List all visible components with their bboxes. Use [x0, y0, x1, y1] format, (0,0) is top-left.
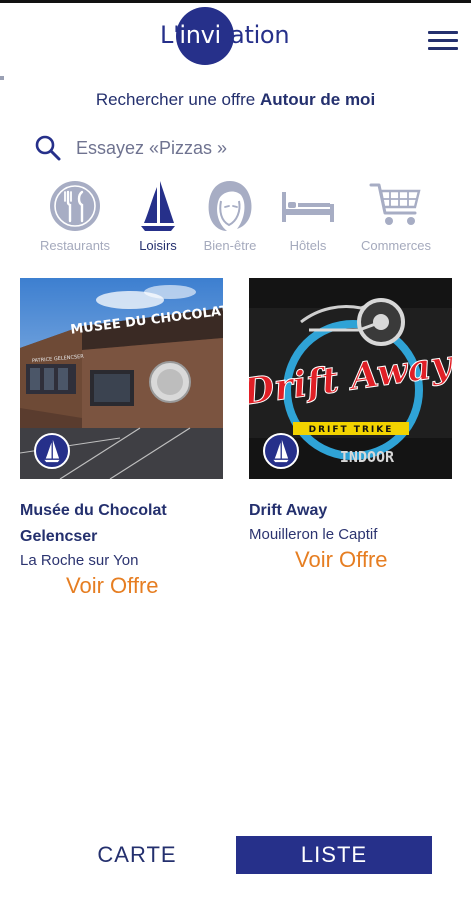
logo-part-3: tation	[220, 21, 290, 49]
edge-indicator	[0, 76, 4, 80]
drift-trike-text: DRIFT TRIKE	[309, 425, 394, 435]
around-me-prefix: Rechercher une offre	[95, 90, 256, 109]
view-offer-link[interactable]: Voir Offre	[249, 547, 452, 573]
category-bien-etre[interactable]: Bien-être	[185, 178, 275, 256]
offer-image-drift-away[interactable]: Drift Away DRIFT TRIKE INDOOR	[249, 278, 452, 479]
around-me-link[interactable]: Rechercher une offre Autour de moi	[0, 90, 471, 110]
category-label: Commerces	[360, 238, 432, 253]
around-me-label[interactable]: Autour de moi	[260, 90, 375, 109]
offer-card[interactable]: MUSEE DU CHOCOLAT PATRICE GELENCSER Musé…	[20, 278, 223, 599]
logo-part-1: L'	[160, 21, 180, 49]
category-hotels[interactable]: Hôtels	[263, 178, 353, 256]
hamburger-menu-icon[interactable]	[428, 31, 458, 53]
fork-knife-icon	[30, 178, 120, 234]
offer-card[interactable]: Drift Away DRIFT TRIKE INDOOR Drift Away…	[249, 278, 452, 573]
app-header: L'invitation	[0, 3, 471, 73]
offer-title[interactable]: Musée du Chocolat Gelencser	[20, 498, 223, 550]
view-toggle: CARTE LISTE	[0, 836, 471, 876]
woman-face-icon	[185, 178, 275, 234]
category-restaurants[interactable]: Restaurants	[30, 178, 120, 256]
category-label: Hôtels	[289, 238, 327, 253]
view-offer-link[interactable]: Voir Offre	[20, 573, 223, 599]
search-icon[interactable]	[34, 134, 62, 162]
offer-city: Mouilleron le Captif	[249, 526, 378, 543]
offer-title[interactable]: Drift Away	[249, 498, 452, 524]
shopping-cart-icon	[351, 178, 441, 234]
logo-part-2: invi	[179, 21, 221, 49]
bed-icon	[263, 178, 353, 234]
category-label: Restaurants	[39, 238, 111, 253]
category-bar: Restaurants Loisirs Bien-être Hôtels Com…	[0, 178, 471, 258]
list-view-button[interactable]: LISTE	[236, 836, 432, 874]
search-input[interactable]	[76, 133, 436, 163]
category-label: Bien-être	[203, 238, 257, 253]
search-bar[interactable]	[28, 131, 448, 165]
category-commerces[interactable]: Commerces	[351, 178, 441, 256]
app-logo[interactable]: L'invitation	[160, 21, 290, 49]
indoor-text: INDOOR	[340, 448, 395, 466]
sailboat-icon	[34, 433, 70, 469]
sailboat-icon	[263, 433, 299, 469]
map-view-button[interactable]: CARTE	[72, 836, 202, 874]
offer-city: La Roche sur Yon	[20, 552, 139, 569]
offer-image-chocolate-museum[interactable]: MUSEE DU CHOCOLAT PATRICE GELENCSER	[20, 278, 223, 479]
